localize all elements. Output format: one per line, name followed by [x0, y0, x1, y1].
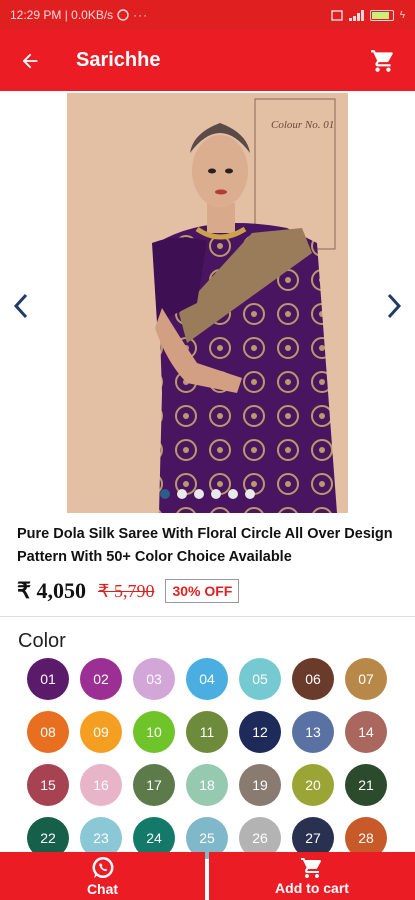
whatsapp-icon [92, 857, 113, 878]
product-image-carousel[interactable]: Colour No. 01 [0, 91, 415, 513]
chat-button-label: Chat [86, 881, 119, 897]
color-swatch[interactable]: 03 [133, 658, 175, 700]
color-swatch[interactable]: 15 [27, 764, 69, 806]
product-title: Pure Dola Silk Saree With Floral Circle … [17, 526, 393, 565]
original-price: ₹ 5,790 [98, 580, 155, 601]
color-swatch[interactable]: 07 [345, 658, 387, 700]
cart-button[interactable] [363, 41, 403, 81]
carousel-dot[interactable] [245, 489, 255, 499]
status-bar: 12:29 PM | 0.0KB/s ··· ϟ [0, 0, 415, 30]
product-image[interactable]: Colour No. 01 [67, 93, 348, 513]
next-image-button[interactable] [377, 286, 411, 326]
discount-badge: 30% OFF [165, 579, 240, 603]
signal-icon [348, 9, 364, 21]
add-to-cart-label: Add to cart [275, 880, 349, 896]
color-swatch[interactable]: 18 [186, 764, 228, 806]
bottom-action-bar: Chat Add to cart [0, 852, 415, 900]
vibrate-icon [331, 9, 343, 21]
color-swatch[interactable]: 10 [133, 711, 175, 753]
carousel-dots [160, 489, 255, 499]
color-swatch[interactable]: 20 [292, 764, 334, 806]
carousel-dot[interactable] [194, 489, 204, 499]
color-swatch[interactable]: 06 [292, 658, 334, 700]
arrow-left-icon [22, 53, 38, 68]
saree-photo [67, 93, 348, 513]
cart-icon [371, 49, 393, 72]
color-swatch[interactable]: 08 [27, 711, 69, 753]
color-swatch[interactable]: 09 [80, 711, 122, 753]
color-heading: Color [18, 630, 66, 652]
color-swatch[interactable]: 19 [239, 764, 281, 806]
color-swatch[interactable]: 11 [186, 711, 228, 753]
color-swatch[interactable]: 17 [133, 764, 175, 806]
chat-button[interactable]: Chat [0, 852, 205, 900]
add-to-cart-button[interactable]: Add to cart [209, 852, 415, 900]
carousel-dot[interactable] [160, 489, 170, 499]
carousel-dot[interactable] [211, 489, 221, 499]
current-price: ₹ 4,050 [17, 578, 86, 603]
color-swatch[interactable]: 04 [186, 658, 228, 700]
image-caption: Colour No. 01 [271, 119, 335, 131]
color-swatch[interactable]: 21 [345, 764, 387, 806]
chevron-right-icon [387, 293, 402, 319]
price-row: ₹ 4,050 ₹ 5,790 30% OFF [17, 578, 240, 604]
whatsapp-notification-icon [117, 9, 129, 21]
charging-icon: ϟ [399, 9, 405, 21]
color-swatch[interactable]: 16 [80, 764, 122, 806]
divider [0, 616, 415, 617]
app-bar: Sarichhe [0, 30, 415, 91]
more-notifications-icon: ··· [133, 8, 149, 22]
previous-image-button[interactable] [4, 286, 38, 326]
status-time: 12:29 PM | 0.0KB/s [10, 8, 114, 22]
carousel-dot[interactable] [177, 489, 187, 499]
chevron-left-icon [13, 293, 28, 319]
color-swatch[interactable]: 13 [292, 711, 334, 753]
carousel-dot[interactable] [228, 489, 238, 499]
color-swatch[interactable]: 14 [345, 711, 387, 753]
color-swatch[interactable]: 02 [80, 658, 122, 700]
color-swatch[interactable]: 05 [239, 658, 281, 700]
cart-icon [301, 858, 321, 878]
back-button[interactable] [2, 33, 58, 89]
app-title: Sarichhe [76, 49, 161, 71]
color-swatch[interactable]: 12 [239, 711, 281, 753]
color-swatch[interactable]: 01 [27, 658, 69, 700]
battery-icon [369, 9, 394, 21]
